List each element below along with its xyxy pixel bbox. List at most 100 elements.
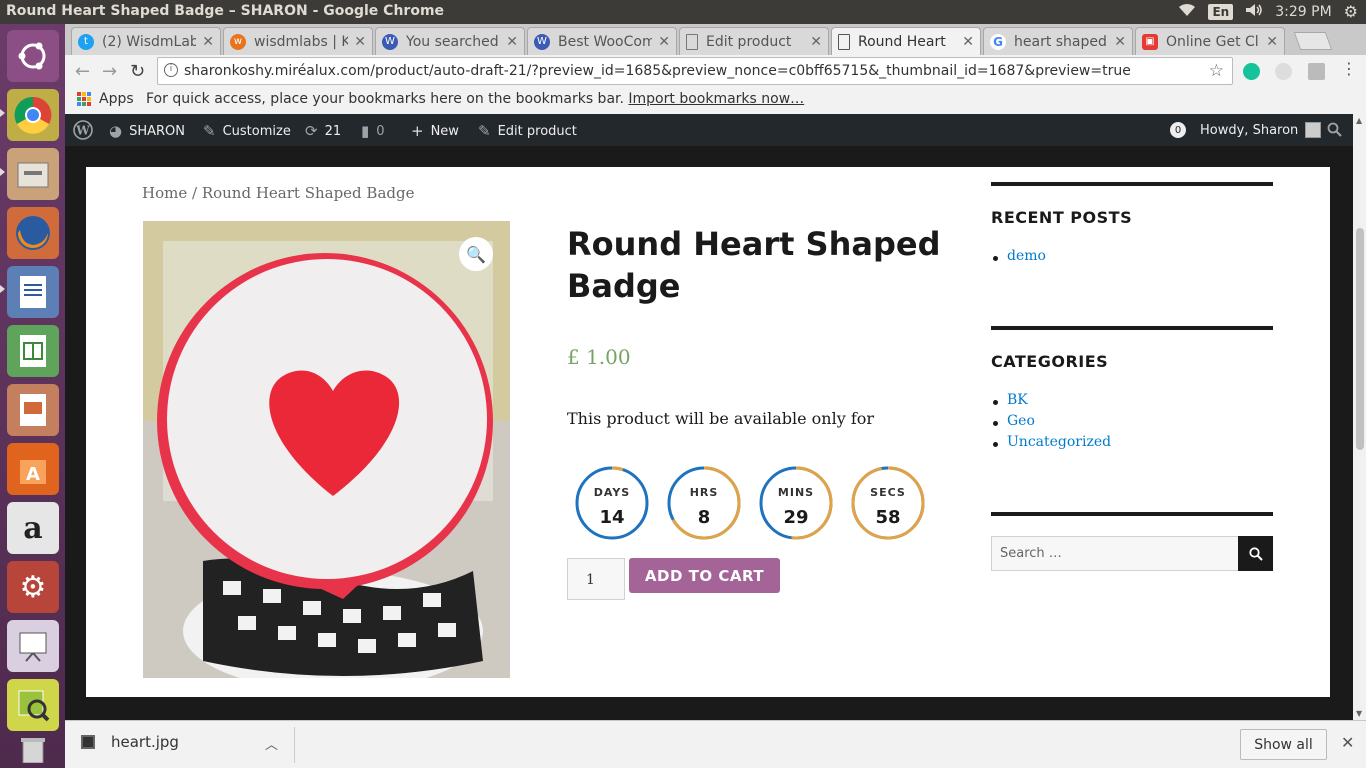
plus-icon: + [411, 122, 424, 140]
info-icon[interactable]: i [164, 63, 178, 77]
admin-site-link[interactable]: ◕ SHARON [109, 122, 185, 140]
ubuntu-dash-icon[interactable] [7, 30, 59, 82]
menu-icon[interactable]: ⋮ [1341, 59, 1357, 78]
scrollbar-thumb[interactable] [1356, 228, 1364, 450]
image-viewer-icon[interactable] [7, 679, 59, 731]
volume-icon[interactable] [1245, 3, 1263, 21]
extension-icon[interactable] [1275, 63, 1292, 80]
tab-best-woocom[interactable]: W Best WooCom ✕ [527, 27, 677, 55]
countdown-days: DAYS 14 [574, 465, 650, 541]
files-icon[interactable] [7, 148, 59, 200]
forward-arrow-icon[interactable]: → [102, 61, 117, 82]
close-icon[interactable]: ✕ [658, 34, 670, 50]
wifi-icon[interactable] [1178, 3, 1196, 21]
notifications-badge[interactable]: 0 [1170, 122, 1186, 138]
admin-search-icon[interactable] [1327, 122, 1342, 137]
grammarly-extension-icon[interactable] [1243, 63, 1260, 80]
close-icon[interactable]: ✕ [1114, 34, 1126, 50]
category-link[interactable]: Uncategorized [991, 434, 1111, 455]
wa-icon: W [534, 33, 550, 50]
writer-icon[interactable] [7, 266, 59, 318]
wordpress-logo-icon[interactable]: W [73, 120, 93, 140]
recent-post-link[interactable]: demo [991, 248, 1046, 269]
category-link[interactable]: BK [991, 392, 1111, 413]
add-to-cart-button[interactable]: ADD TO CART [629, 558, 780, 593]
close-icon[interactable]: ✕ [1266, 34, 1278, 50]
bookmarks-message: For quick access, place your bookmarks h… [146, 91, 804, 107]
chevron-up-icon[interactable]: ︿ [265, 734, 278, 753]
address-bar[interactable]: i sharonkoshy.miréalux.com/product/auto-… [157, 57, 1233, 85]
admin-account-menu[interactable]: Howdy, Sharon [1200, 122, 1322, 138]
close-icon[interactable]: ✕ [1341, 733, 1354, 752]
breadcrumb-current: Round Heart Shaped Badge [201, 184, 415, 202]
close-icon[interactable]: ✕ [202, 34, 214, 50]
categories-title: CATEGORIES [991, 352, 1109, 371]
breadcrumb-separator: / [187, 184, 202, 202]
close-icon[interactable]: ✕ [962, 34, 974, 50]
system-settings-icon[interactable]: ⚙ [7, 561, 59, 613]
impress-icon[interactable] [7, 384, 59, 436]
download-shelf: heart.jpg ︿ Show all ✕ [65, 720, 1366, 768]
reload-icon[interactable]: ↻ [130, 61, 145, 82]
clock[interactable]: 3:29 PM [1275, 4, 1331, 20]
search-input[interactable]: Search … [991, 536, 1239, 571]
countdown-ring [759, 466, 833, 540]
countdown-label: MINS [777, 486, 815, 499]
countdown-label: DAYS [593, 486, 631, 499]
extension-icon-2[interactable] [1308, 63, 1325, 80]
trash-icon[interactable] [7, 732, 59, 766]
admin-comments-link[interactable]: ▮ 0 [361, 122, 385, 140]
category-link[interactable]: Geo [991, 413, 1111, 434]
tab-round-heart[interactable]: Round Heart ✕ [831, 27, 981, 55]
greeting: Howdy, Sharon [1200, 122, 1299, 138]
product-image[interactable]: 🔍 [143, 221, 510, 678]
settings-gear-icon[interactable]: ⚙ [1344, 2, 1358, 21]
amazon-icon[interactable]: a [7, 502, 59, 554]
product-title: Round Heart Shaped Badge [567, 225, 941, 305]
download-item[interactable]: heart.jpg [81, 733, 179, 751]
show-all-button[interactable]: Show all [1240, 729, 1327, 760]
tab-wisdmlabs[interactable]: w wisdmlabs | K ✕ [223, 27, 373, 55]
tab-online-get[interactable]: ▣ Online Get Cl ✕ [1135, 27, 1285, 55]
tab-edit-product[interactable]: Edit product ✕ [679, 27, 829, 55]
calc-icon[interactable] [7, 325, 59, 377]
wp-admin-bar: W ◕ SHARON ✎ Customize ⟳ 21 ▮ 0 + New ✎ … [65, 114, 1353, 146]
apps-button[interactable]: Apps [77, 91, 134, 107]
countdown-label: SECS [870, 486, 906, 499]
updates-icon: ⟳ [305, 122, 318, 140]
back-arrow-icon[interactable]: ← [75, 61, 90, 82]
apps-label: Apps [99, 91, 134, 107]
tab-you-searched[interactable]: W You searched ✕ [375, 27, 525, 55]
admin-customize-link[interactable]: ✎ Customize [203, 122, 291, 140]
search-button[interactable] [1238, 536, 1273, 571]
page-scrollbar[interactable]: ▲ ▼ [1353, 114, 1366, 720]
scroll-up-arrow-icon[interactable]: ▲ [1356, 116, 1362, 125]
zoom-button[interactable]: 🔍 [459, 237, 493, 271]
chrome-icon[interactable] [7, 89, 59, 141]
product-photo [143, 221, 510, 678]
scroll-down-arrow-icon[interactable]: ▼ [1356, 709, 1362, 718]
close-icon[interactable]: ✕ [354, 34, 366, 50]
presentation-icon[interactable] [7, 620, 59, 672]
admin-edit-product-link[interactable]: ✎ Edit product [478, 122, 577, 140]
quantity-input[interactable]: 1 [567, 558, 625, 600]
tab-heart-shaped[interactable]: G heart shaped ✕ [983, 27, 1133, 55]
new-tab-button[interactable] [1293, 32, 1333, 50]
admin-new-link[interactable]: + New [411, 122, 459, 140]
software-center-icon[interactable]: A [7, 443, 59, 495]
admin-updates-link[interactable]: ⟳ 21 [305, 122, 341, 140]
import-bookmarks-link[interactable]: Import bookmarks now… [628, 91, 804, 107]
language-indicator[interactable]: En [1208, 3, 1234, 20]
bookmarks-bar: Apps For quick access, place your bookma… [65, 87, 1366, 114]
window-title: Round Heart Shaped Badge – SHARON - Goog… [6, 3, 445, 19]
countdown-value: 29 [783, 507, 809, 528]
magnifier-icon: 🔍 [466, 244, 486, 264]
close-icon[interactable]: ✕ [810, 34, 822, 50]
tab-twitter[interactable]: t (2) WisdmLabs ✕ [71, 27, 221, 55]
widget-divider [991, 326, 1273, 330]
close-icon[interactable]: ✕ [506, 34, 518, 50]
bookmark-star-icon[interactable]: ☆ [1209, 61, 1224, 81]
firefox-icon[interactable] [7, 207, 59, 259]
breadcrumb-home-link[interactable]: Home [142, 184, 187, 202]
recent-posts-title: RECENT POSTS [991, 208, 1133, 227]
